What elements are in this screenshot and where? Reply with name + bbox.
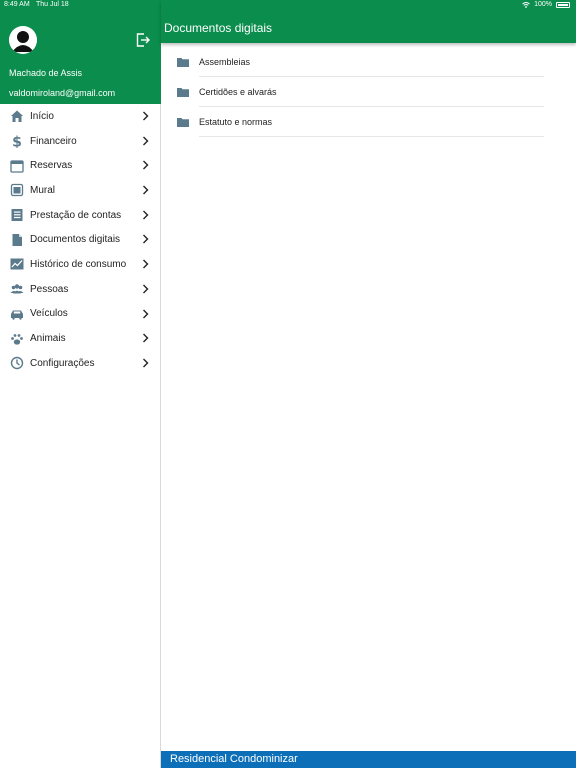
menu-label: Veículos [30,308,68,320]
board-icon [10,183,24,197]
chevron-right-icon [143,185,149,195]
menu-item-reservas[interactable]: Reservas [0,153,161,178]
folder-item-certidoes-e-alvaras[interactable]: Certidões e alvarás [161,77,576,107]
battery-icon [556,1,570,8]
chevron-right-icon [143,259,149,269]
menu-label: Prestação de contas [30,209,122,221]
chevron-right-icon [143,136,149,146]
folder-item-estatuto-e-normas[interactable]: Estatuto e normas [161,107,576,137]
logout-icon[interactable] [135,32,151,48]
menu-item-veiculos[interactable]: Veículos [0,302,161,327]
menu-item-prestacao-de-contas[interactable]: Prestação de contas [0,203,161,228]
folder-icon [177,118,189,127]
menu-item-mural[interactable]: Mural [0,178,161,203]
folder-icon [177,58,189,67]
profile-name: Machado de Assis [9,68,83,78]
menu-label: Reservas [30,160,73,172]
folder-icon [177,88,189,97]
footer-condominium-name: Residencial Condominizar [170,753,298,765]
home-icon [10,109,24,123]
folder-list: Assembleias Certidões e alvarás Estatuto… [161,47,576,137]
avatar[interactable] [9,26,37,54]
side-menu: Início $ Financeiro Reservas Mural Prest… [0,104,161,376]
chevron-right-icon [143,210,149,220]
menu-label: Configurações [30,357,95,369]
page-title: Documentos digitais [164,21,273,35]
car-icon [10,307,24,321]
folder-item-assembleias[interactable]: Assembleias [161,47,576,77]
menu-item-pessoas[interactable]: Pessoas [0,277,161,302]
menu-label: Financeiro [30,135,77,147]
footer-bar: Residencial Condominizar [161,751,576,768]
calendar-icon [10,159,24,173]
profile-header: Machado de Assis valdomiroland@gmail.com [0,0,161,104]
user-silhouette-icon [9,26,37,54]
status-time: 8:49 AM [4,1,30,8]
chevron-right-icon [143,358,149,368]
status-right: 100% [522,1,570,8]
chart-icon [10,257,24,271]
paw-icon [10,332,24,346]
menu-label: Histórico de consumo [30,258,127,270]
menu-label: Animais [30,333,66,345]
menu-label: Documentos digitais [30,234,121,246]
battery-percent: 100% [534,1,552,8]
svg-text:$: $ [12,135,22,149]
document-icon [10,233,24,247]
folder-label: Assembleias [199,57,251,67]
menu-item-documentos-digitais[interactable]: Documentos digitais [0,227,161,252]
menu-label: Início [30,110,54,122]
chevron-right-icon [143,309,149,318]
divider [199,136,544,137]
menu-item-financeiro[interactable]: $ Financeiro [0,129,161,154]
side-drawer: Machado de Assis valdomiroland@gmail.com… [0,0,161,768]
profile-email: valdomiroland@gmail.com [9,88,116,98]
dollar-icon: $ [10,134,24,149]
ledger-icon [10,208,24,222]
chevron-right-icon [143,284,149,294]
folder-label: Estatuto e normas [199,117,273,127]
wifi-icon [522,1,530,8]
status-date: Thu Jul 18 [36,1,69,8]
chevron-right-icon [143,234,149,244]
menu-item-animais[interactable]: Animais [0,326,161,351]
folder-label: Certidões e alvarás [199,87,277,97]
chevron-right-icon [143,111,149,121]
settings-icon [10,356,24,370]
menu-item-historico-de-consumo[interactable]: Histórico de consumo [0,252,161,277]
menu-label: Mural [30,184,56,196]
people-icon [10,282,24,296]
chevron-right-icon [143,160,149,170]
status-bar: 8:49 AM Thu Jul 18 100% [0,0,576,12]
chevron-right-icon [143,333,149,343]
menu-item-configuracoes[interactable]: Configurações [0,351,161,376]
menu-label: Pessoas [30,283,69,295]
menu-item-inicio[interactable]: Início [0,104,161,129]
